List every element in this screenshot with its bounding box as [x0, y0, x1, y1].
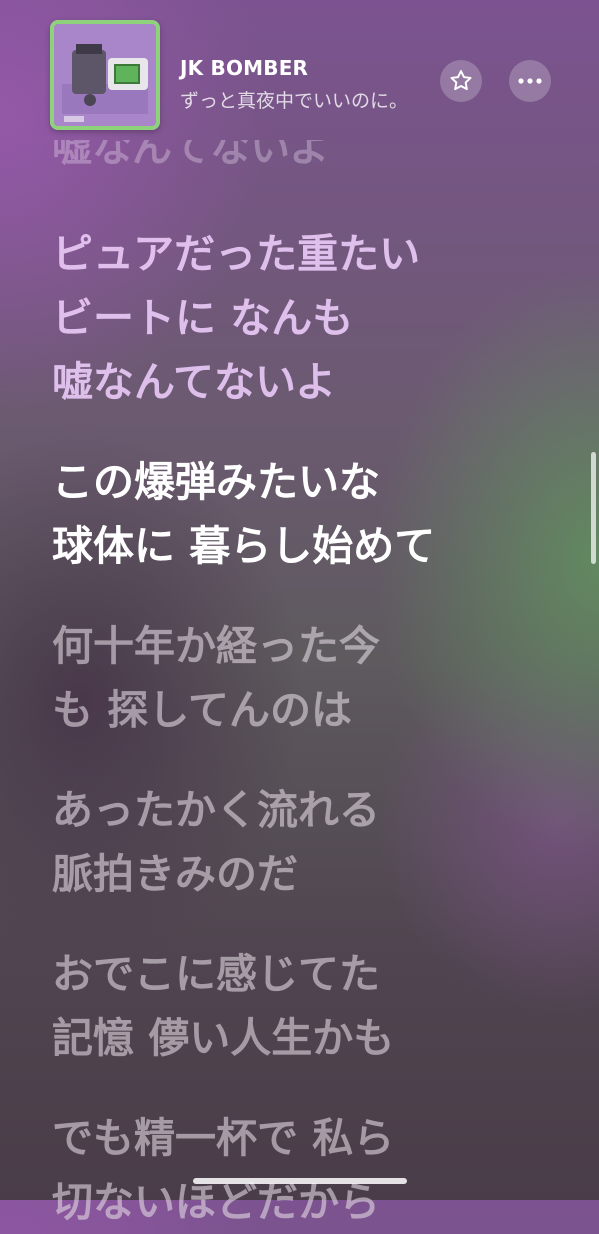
lyric-line: ビートに なんも: [52, 294, 354, 342]
album-artwork[interactable]: [50, 20, 160, 130]
star-icon: [450, 70, 472, 91]
lyric-line: も 探してんのは: [52, 686, 353, 734]
lyric-line: ピュアだった重たい: [52, 230, 421, 278]
lyric-verse-current[interactable]: この爆弾みたいな 球体に 暮らし始めて: [52, 450, 435, 578]
lyric-line: でも精一杯で 私ら: [52, 1114, 395, 1162]
lyric-verse-upcoming[interactable]: おでこに感じてた 記憶 儚い人生かも: [52, 942, 394, 1070]
home-indicator[interactable]: [193, 1178, 407, 1184]
now-playing-header: JK BOMBER ずっと真夜中でいいのに。: [0, 0, 599, 150]
ellipsis-icon: [518, 78, 542, 84]
lyric-line: 脈拍きみのだ: [52, 850, 298, 898]
favorite-button[interactable]: [440, 60, 482, 102]
lyric-line: 記憶 儚い人生かも: [52, 1014, 395, 1062]
lyrics-scrollbar[interactable]: [591, 452, 596, 564]
lyric-line-current: 球体に 暮らし始めて: [52, 522, 436, 570]
previous-lyric-line: 嘘なんてないよ: [52, 140, 330, 170]
more-options-button[interactable]: [509, 60, 551, 102]
lyric-line: おでこに感じてた: [52, 950, 380, 998]
lyric-line: 嘘なんてないよ: [52, 358, 337, 406]
artwork-border: [50, 20, 160, 130]
lyric-line: 何十年か経った今: [52, 622, 380, 670]
lyric-verse-past[interactable]: ピュアだった重たい ビートに なんも 嘘なんてないよ: [52, 222, 420, 414]
artist-name[interactable]: ずっと真夜中でいいのに。: [180, 86, 408, 113]
lyric-line: あったかく流れる: [52, 786, 380, 834]
song-title[interactable]: JK BOMBER: [180, 56, 308, 80]
lyric-verse-upcoming[interactable]: 何十年か経った今 も 探してんのは: [52, 614, 380, 742]
lyric-verse-upcoming[interactable]: あったかく流れる 脈拍きみのだ: [52, 778, 380, 906]
lyric-verse-upcoming[interactable]: でも精一杯で 私ら 切ないほどだから: [52, 1106, 394, 1234]
lyric-line-current: この爆弾みたいな: [52, 458, 380, 506]
